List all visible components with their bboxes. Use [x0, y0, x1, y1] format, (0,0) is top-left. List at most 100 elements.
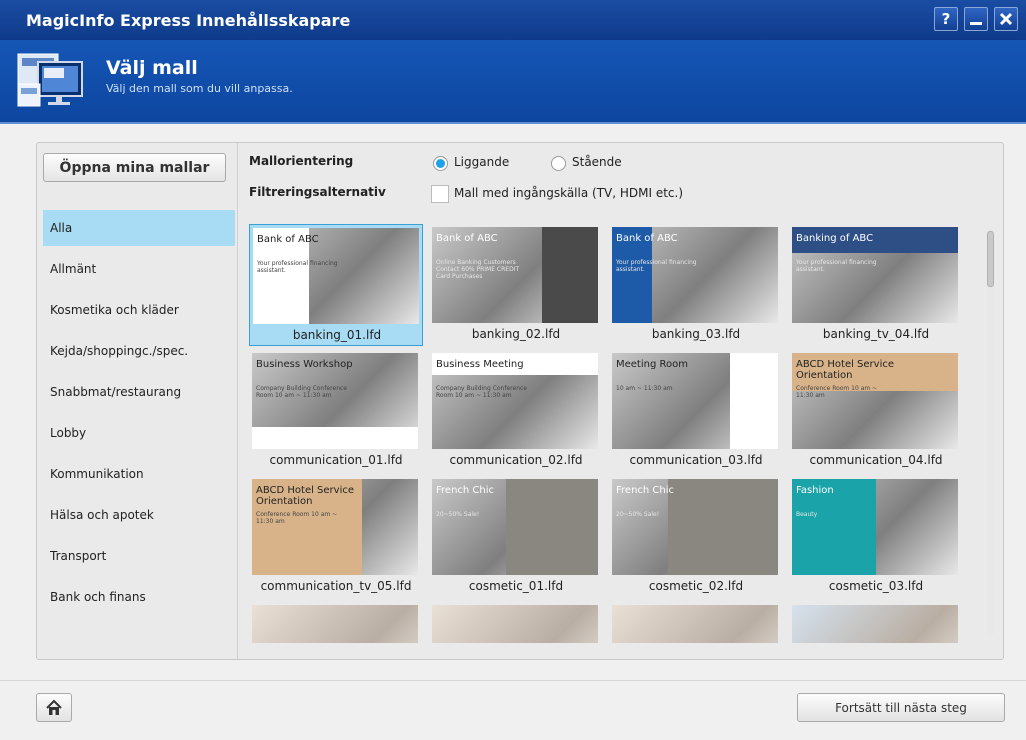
scrollbar-thumb[interactable]	[987, 231, 994, 287]
template-filename: communication_04.lfd	[809, 453, 943, 467]
template-caption: French Chic	[616, 485, 675, 496]
template-thumbnail: Bank of ABC Your professional financing a…	[612, 227, 778, 323]
template-filename: communication_02.lfd	[449, 453, 583, 467]
template-tile[interactable]: Bank of ABC Your professional financing a…	[249, 224, 423, 346]
template-note: Beauty	[796, 511, 818, 518]
template-filename: communication_tv_05.lfd	[260, 579, 412, 593]
category-item[interactable]: Bank och finans	[43, 579, 235, 615]
template-caption: Bank of ABC	[616, 233, 678, 244]
landscape-radio[interactable]	[433, 156, 448, 171]
template-thumbnail: ABCD Hotel Service Orientation Conference…	[252, 479, 418, 575]
category-sidebar: Öppna mina mallar Alla Allmänt Kosmetika o…	[37, 143, 238, 659]
template-caption: Bank of ABC	[257, 234, 319, 245]
template-tile[interactable]	[789, 602, 963, 643]
template-tile[interactable]: Bank of ABC Your professional financing a…	[609, 224, 783, 346]
template-note: Company Building Conference Room 10 am ~…	[256, 385, 347, 399]
category-item[interactable]: Kejda/shoppingc./spec.	[43, 333, 235, 369]
template-tile[interactable]: ABCD Hotel Service Orientation Conference…	[789, 350, 963, 472]
template-caption: ABCD Hotel Service Orientation	[796, 359, 895, 381]
template-note: Your professional financing assistant.	[616, 259, 697, 273]
category-item[interactable]: Lobby	[43, 415, 235, 451]
title-bar: MagicInfo Express Innehållsskapare ?	[0, 0, 1026, 40]
template-tile[interactable]: French Chic 20~50% Sale! cosmetic_01.lfd	[429, 476, 603, 598]
category-item[interactable]: Transport	[43, 538, 235, 574]
template-thumbnail: Business Workshop Company Building Confer…	[252, 353, 418, 449]
template-tile[interactable]: Business Meeting Company Building Confere…	[429, 350, 603, 472]
open-my-templates-button[interactable]: Öppna mina mallar	[43, 153, 226, 182]
category-item[interactable]: Kommunikation	[43, 456, 235, 492]
template-thumbnail	[792, 605, 958, 643]
template-caption: Business Meeting	[436, 359, 524, 370]
category-item[interactable]: Kosmetika och kläder	[43, 292, 235, 328]
template-note: 20~50% Sale!	[616, 511, 660, 518]
template-thumbnail: Bank of ABC Online Banking Customers Cont…	[432, 227, 598, 323]
template-note: Conference Room 10 am ~ 11:30 am	[256, 511, 338, 525]
template-filename: cosmetic_03.lfd	[828, 579, 924, 593]
filter-label: Filtreringsalternativ	[249, 185, 386, 199]
template-caption: Banking of ABC	[796, 233, 874, 244]
template-tile[interactable]: French Chic 20~50% Sale! cosmetic_02.lfd	[609, 476, 783, 598]
template-filename: communication_03.lfd	[629, 453, 763, 467]
category-item[interactable]: Hälsa och apotek	[43, 497, 235, 533]
template-caption: Bank of ABC	[436, 233, 498, 244]
minimize-icon	[970, 22, 982, 25]
footer-divider	[0, 680, 1026, 681]
template-thumbnail: French Chic 20~50% Sale!	[612, 479, 778, 575]
category-item[interactable]: Allmänt	[43, 251, 235, 287]
home-icon	[46, 699, 62, 715]
page-header: Välj mall Välj den mall som du vill anpa…	[0, 40, 1026, 124]
template-filename: cosmetic_02.lfd	[648, 579, 744, 593]
input-source-label[interactable]: Mall med ingångskälla (TV, HDMI etc.)	[454, 186, 683, 200]
template-tile[interactable]	[609, 602, 783, 643]
portrait-radio[interactable]	[551, 156, 566, 171]
template-thumbnail: Business Meeting Company Building Confere…	[432, 353, 598, 449]
close-icon	[999, 12, 1013, 26]
template-thumbnail	[612, 605, 778, 643]
template-note: Company Building Conference Room 10 am ~…	[436, 385, 527, 399]
template-thumbnail: Bank of ABC Your professional financing a…	[253, 228, 419, 324]
template-note: Conference Room 10 am ~ 11:30 am	[796, 385, 878, 399]
landscape-label[interactable]: Liggande	[454, 155, 509, 169]
template-filename: communication_01.lfd	[269, 453, 403, 467]
home-button[interactable]	[36, 693, 72, 722]
template-tile[interactable]: Bank of ABC Online Banking Customers Cont…	[429, 224, 603, 346]
template-note: Your professional financing assistant.	[796, 259, 877, 273]
template-tile[interactable]: Meeting Room 10 am ~ 11:30 am communicatio…	[609, 350, 783, 472]
category-item[interactable]: Snabbmat/restaurang	[43, 374, 235, 410]
template-caption: French Chic	[436, 485, 495, 496]
minimize-button[interactable]	[964, 7, 988, 31]
template-note: 10 am ~ 11:30 am	[616, 385, 673, 392]
help-button[interactable]: ?	[934, 7, 958, 31]
template-tile[interactable]: Fashion Beauty cosmetic_03.lfd	[789, 476, 963, 598]
template-thumbnail: Meeting Room 10 am ~ 11:30 am	[612, 353, 778, 449]
template-panel: Öppna mina mallar Alla Allmänt Kosmetika o…	[36, 142, 1004, 660]
template-caption: ABCD Hotel Service Orientation	[256, 485, 355, 507]
template-tile[interactable]	[249, 602, 423, 643]
template-note: 20~50% Sale!	[436, 511, 480, 518]
orientation-label: Mallorientering	[249, 154, 354, 168]
template-thumbnail: ABCD Hotel Service Orientation Conference…	[792, 353, 958, 449]
template-thumbnail	[252, 605, 418, 643]
close-button[interactable]	[994, 7, 1018, 31]
template-tile[interactable]: Business Workshop Company Building Confer…	[249, 350, 423, 472]
template-tile[interactable]: Banking of ABC Your professional financin…	[789, 224, 963, 346]
input-source-checkbox[interactable]	[431, 185, 449, 203]
page-subtitle: Välj den mall som du vill anpassa.	[106, 82, 293, 95]
template-monitor-icon	[17, 53, 83, 107]
template-filename: cosmetic_01.lfd	[468, 579, 564, 593]
template-filename: banking_01.lfd	[292, 328, 382, 342]
template-thumbnail: Fashion Beauty	[792, 479, 958, 575]
template-tile[interactable]: ABCD Hotel Service Orientation Conference…	[249, 476, 423, 598]
template-filename: banking_tv_04.lfd	[822, 327, 930, 341]
portrait-label[interactable]: Stående	[572, 155, 622, 169]
template-filename: banking_02.lfd	[471, 327, 561, 341]
template-caption: Fashion	[796, 485, 834, 496]
template-tile[interactable]	[429, 602, 603, 643]
template-note: Online Banking Customers Contact 60% PRI…	[436, 259, 520, 280]
continue-next-step-button[interactable]: Fortsätt till nästa steg	[797, 693, 1005, 722]
template-thumbnail: French Chic 20~50% Sale!	[432, 479, 598, 575]
template-thumbnail: Banking of ABC Your professional financin…	[792, 227, 958, 323]
category-item[interactable]: Alla	[43, 210, 235, 246]
template-grid: Bank of ABC Your professional financing a…	[249, 224, 989, 643]
template-scrollbar[interactable]	[987, 229, 994, 635]
